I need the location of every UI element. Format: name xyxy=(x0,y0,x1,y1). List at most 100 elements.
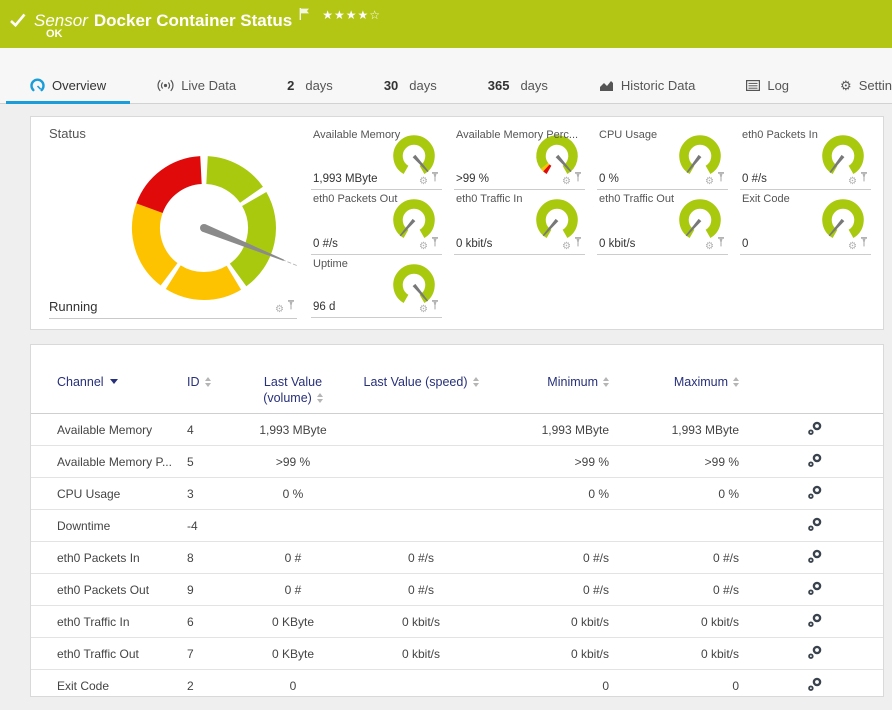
channel-row-eth0-packets-in[interactable]: eth0 Packets In 8 0 #0 #/s 0 #/s 0 #/s xyxy=(31,541,883,574)
cell-id: 5 xyxy=(187,445,237,478)
priority-stars[interactable]: ★★★★☆ xyxy=(322,8,381,22)
channel-gauge-cell[interactable]: Available Memory Perc... >99 % ⚙ xyxy=(454,126,585,190)
cell-last_speed xyxy=(349,509,493,542)
column-header-id[interactable]: ID xyxy=(187,345,237,414)
tab-365-days[interactable]: 365 days xyxy=(488,78,548,103)
channel-row-available-memory[interactable]: Available Memory 4 1,993 MByte 1,993 MByte 1… xyxy=(31,413,883,446)
status-channel-cell[interactable]: Status Running ⚙ xyxy=(49,126,307,319)
status-channel-title: Status xyxy=(49,126,86,141)
tab-log[interactable]: Log xyxy=(746,78,789,103)
cell-minimum: 0 kbit/s xyxy=(493,637,615,670)
channel-gauge-cell[interactable]: Available Memory 1,993 MByte ⚙ xyxy=(311,126,442,190)
pin-icon[interactable] xyxy=(431,169,439,187)
gear-icon[interactable]: ⚙ xyxy=(275,305,284,315)
gauge-channel-title: eth0 Packets Out xyxy=(313,193,398,205)
channel-settings-gears-icon[interactable] xyxy=(807,645,823,663)
channel-row-eth0-traffic-in[interactable]: eth0 Traffic In 6 0 KByte 0 kbit/s 0 kbit/s 0… xyxy=(31,605,883,638)
cell-minimum xyxy=(493,509,615,542)
gauge-last-value: 0 kbit/s xyxy=(456,238,493,250)
column-header-channel[interactable]: Channel xyxy=(31,345,187,414)
channel-gauge-cell[interactable]: eth0 Packets In 0 #/s ⚙ xyxy=(740,126,871,190)
gear-icon[interactable]: ⚙ xyxy=(705,177,714,187)
gauge-channel-title: Exit Code xyxy=(742,193,790,205)
gear-icon[interactable]: ⚙ xyxy=(419,242,428,252)
channel-gauge-cell[interactable]: CPU Usage 0 % ⚙ xyxy=(597,126,728,190)
cell-channel: CPU Usage xyxy=(31,477,187,510)
pin-icon[interactable] xyxy=(717,169,725,187)
tab-settings[interactable]: ⚙ Settings xyxy=(840,78,892,103)
pin-icon[interactable] xyxy=(574,234,582,252)
channel-settings-gears-icon[interactable] xyxy=(807,549,823,567)
channel-row-eth0-packets-out[interactable]: eth0 Packets Out 9 0 #0 #/s 0 #/s 0 #/s xyxy=(31,573,883,606)
channel-gauge-cell[interactable]: Uptime 96 d ⚙ xyxy=(311,255,442,318)
pin-icon[interactable] xyxy=(574,169,582,187)
gauge-channel-title: eth0 Packets In xyxy=(742,129,818,141)
log-icon xyxy=(746,80,761,92)
channel-settings-gears-icon[interactable] xyxy=(807,613,823,631)
cell-minimum: 0 kbit/s xyxy=(493,605,615,638)
gear-icon[interactable]: ⚙ xyxy=(562,242,571,252)
gear-icon[interactable]: ⚙ xyxy=(419,177,428,187)
cell-last_speed xyxy=(349,477,493,510)
channel-settings-gears-icon[interactable] xyxy=(807,485,823,503)
tab-label: Settings xyxy=(858,78,892,93)
column-header-last-value-speed-[interactable]: Last Value (speed) xyxy=(349,345,493,414)
content-area: Status Running ⚙ Available Memory 1,993 … xyxy=(0,104,892,697)
channel-settings-gears-icon[interactable] xyxy=(807,581,823,599)
channel-gauge-cell[interactable]: eth0 Traffic Out 0 kbit/s ⚙ xyxy=(597,190,728,255)
tab-label: days xyxy=(305,78,333,93)
status-badge: OK xyxy=(46,28,63,40)
gear-icon[interactable]: ⚙ xyxy=(705,242,714,252)
page-title: Docker Container Status xyxy=(93,11,293,30)
channel-row-available-memory-p-[interactable]: Available Memory P... 5 >99 % >99 % >99 % xyxy=(31,445,883,478)
gear-icon[interactable]: ⚙ xyxy=(848,177,857,187)
cell-minimum: 0 #/s xyxy=(493,573,615,606)
cell-id: 9 xyxy=(187,573,237,606)
cell-channel: eth0 Packets In xyxy=(31,541,187,574)
status-channel-value: Running xyxy=(49,299,98,314)
channel-settings-gears-icon[interactable] xyxy=(807,517,823,535)
pin-icon[interactable] xyxy=(287,297,295,315)
pin-icon[interactable] xyxy=(431,297,439,315)
tab-range-number: 365 xyxy=(487,78,510,93)
cell-channel: Available Memory xyxy=(31,413,187,446)
flag-icon[interactable] xyxy=(299,7,310,25)
channel-settings-gears-icon[interactable] xyxy=(807,453,823,471)
channel-gauge-cell[interactable]: Exit Code 0 ⚙ xyxy=(740,190,871,255)
cell-last_speed: 0 #/s xyxy=(349,541,493,574)
tab-historic-data[interactable]: Historic Data xyxy=(599,78,695,103)
pin-icon[interactable] xyxy=(717,234,725,252)
pin-icon[interactable] xyxy=(860,234,868,252)
cell-last_speed: 0 #/s xyxy=(349,573,493,606)
gauge-channel-title: eth0 Traffic In xyxy=(456,193,523,205)
channel-row-exit-code[interactable]: Exit Code 2 0 0 0 xyxy=(31,669,883,696)
gear-icon[interactable]: ⚙ xyxy=(419,305,428,315)
channel-row-cpu-usage[interactable]: CPU Usage 3 0 % 0 % 0 % xyxy=(31,477,883,510)
column-header-minimum[interactable]: Minimum xyxy=(493,345,615,414)
gear-icon[interactable]: ⚙ xyxy=(848,242,857,252)
cell-minimum: 1,993 MByte xyxy=(493,413,615,446)
cell-maximum xyxy=(615,509,745,542)
tab-live-data[interactable]: Live Data xyxy=(157,78,236,103)
cell-channel: Available Memory P... xyxy=(31,445,187,478)
tab-overview[interactable]: Overview xyxy=(5,78,131,104)
tab-30-days[interactable]: 30 days xyxy=(384,78,437,103)
channel-gauge-cell[interactable]: eth0 Traffic In 0 kbit/s ⚙ xyxy=(454,190,585,255)
gauge-last-value: 0 #/s xyxy=(742,173,767,185)
cell-last_volume: 0 # xyxy=(237,573,349,606)
column-header-last-value[interactable]: Last Value (volume) xyxy=(237,345,349,414)
channel-settings-gears-icon[interactable] xyxy=(807,677,823,695)
tab-2-days[interactable]: 2 days xyxy=(287,78,333,103)
sort-icon xyxy=(204,377,211,387)
channel-row-eth0-traffic-out[interactable]: eth0 Traffic Out 7 0 KByte 0 kbit/s 0 kbit/s… xyxy=(31,637,883,670)
gear-icon[interactable]: ⚙ xyxy=(562,177,571,187)
channel-gauge-cell[interactable]: eth0 Packets Out 0 #/s ⚙ xyxy=(311,190,442,255)
cell-last_speed xyxy=(349,669,493,696)
pin-icon[interactable] xyxy=(860,169,868,187)
cell-last_speed xyxy=(349,445,493,478)
column-header-maximum[interactable]: Maximum xyxy=(615,345,745,414)
cell-last_speed: 0 kbit/s xyxy=(349,637,493,670)
pin-icon[interactable] xyxy=(431,234,439,252)
channel-settings-gears-icon[interactable] xyxy=(807,421,823,439)
channel-row-downtime[interactable]: Downtime -4 xyxy=(31,509,883,542)
